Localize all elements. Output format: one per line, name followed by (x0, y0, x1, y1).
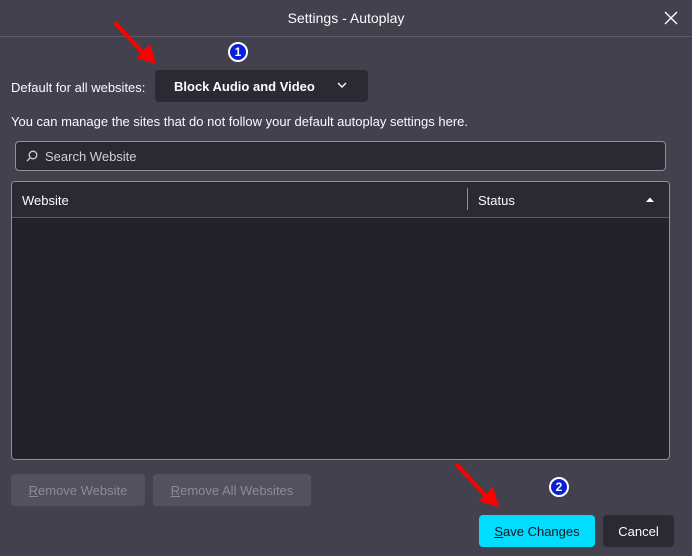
cancel-button[interactable]: Cancel (603, 515, 674, 547)
websites-table: Website Status (11, 181, 670, 460)
description-text: You can manage the sites that do not fol… (11, 114, 468, 129)
default-setting-label: Default for all websites: (11, 80, 146, 95)
annotation-badge-1: 1 (228, 42, 248, 62)
column-header-website[interactable]: Website (22, 193, 69, 208)
save-changes-label: ave Changes (503, 523, 580, 539)
title-bar: Settings - Autoplay (0, 0, 692, 37)
column-divider (467, 188, 468, 210)
remove-website-accesskey: R (28, 482, 39, 498)
save-changes-accesskey: S (494, 523, 504, 539)
annotation-badge-2: 2 (549, 477, 569, 497)
save-changes-button[interactable]: Save Changes (479, 515, 595, 547)
remove-website-button[interactable]: Remove Website (11, 474, 145, 506)
annotation-arrow-2 (455, 463, 499, 507)
table-header: Website Status (12, 182, 669, 218)
dropdown-selected-value: Block Audio and Video (174, 78, 315, 94)
remove-all-label: emove All Websites (180, 482, 294, 498)
close-button[interactable] (660, 7, 682, 29)
dialog-title: Settings - Autoplay (287, 10, 405, 26)
annotation-arrow-1 (114, 22, 156, 64)
remove-all-websites-button[interactable]: Remove All Websites (153, 474, 311, 506)
autoplay-settings-dialog: Settings - Autoplay Default for all webs… (0, 0, 692, 556)
remove-website-label: emove Website (38, 482, 128, 498)
search-icon (26, 150, 38, 162)
search-input[interactable] (43, 147, 647, 165)
default-autoplay-dropdown[interactable]: Block Audio and Video (155, 70, 368, 102)
column-header-status[interactable]: Status (478, 193, 515, 208)
remove-all-accesskey: R (170, 482, 181, 498)
sort-ascending-icon (646, 197, 654, 202)
search-box[interactable] (15, 141, 666, 171)
chevron-down-icon (337, 82, 347, 88)
close-icon (664, 11, 678, 25)
